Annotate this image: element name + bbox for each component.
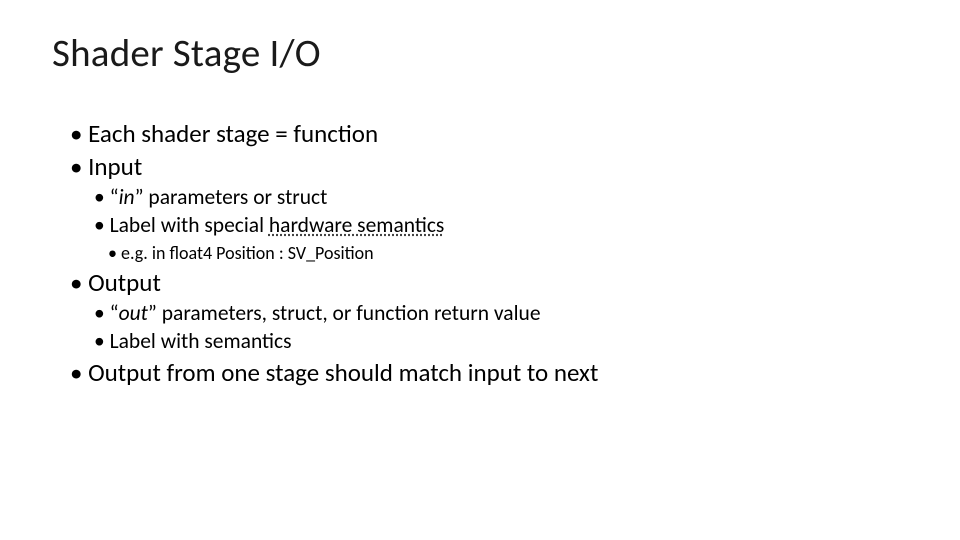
bullet-list-l2: “out” parameters, struct, or function re… (94, 299, 912, 356)
bullet-list-l2: “in” parameters or struct Label with spe… (94, 183, 912, 240)
text: “ (110, 184, 119, 210)
bullet-l1: Each shader stage = function (70, 117, 912, 150)
bullet-l1: Input (70, 150, 912, 183)
text-underline: hardware semantics (269, 212, 444, 238)
bullet-l1: Output from one stage should match input… (70, 356, 912, 389)
bullet-list: Output from one stage should match input… (70, 356, 912, 389)
bullet-l2: Label with semantics (94, 327, 912, 355)
bullet-l3: e.g. in float4 Position : SV_Position (108, 240, 912, 266)
bullet-l2: Label with special hardware semantics (94, 211, 912, 239)
text-italic: out (119, 300, 148, 326)
bullet-list: Each shader stage = function Input (70, 117, 912, 183)
bullet-l2: “in” parameters or struct (94, 183, 912, 211)
text: Label with special (110, 212, 269, 238)
text: ” parameters or struct (135, 184, 328, 210)
bullet-l1: Output (70, 266, 912, 299)
slide: Shader Stage I/O Each shader stage = fun… (0, 0, 960, 540)
bullet-list-l3: e.g. in float4 Position : SV_Position (108, 240, 912, 266)
bullet-list: Output (70, 266, 912, 299)
text: “ (110, 300, 119, 326)
slide-title: Shader Stage I/O (52, 30, 912, 77)
text-italic: in (119, 184, 135, 210)
bullet-l2: “out” parameters, struct, or function re… (94, 299, 912, 327)
text: ” parameters, struct, or function return… (148, 300, 541, 326)
